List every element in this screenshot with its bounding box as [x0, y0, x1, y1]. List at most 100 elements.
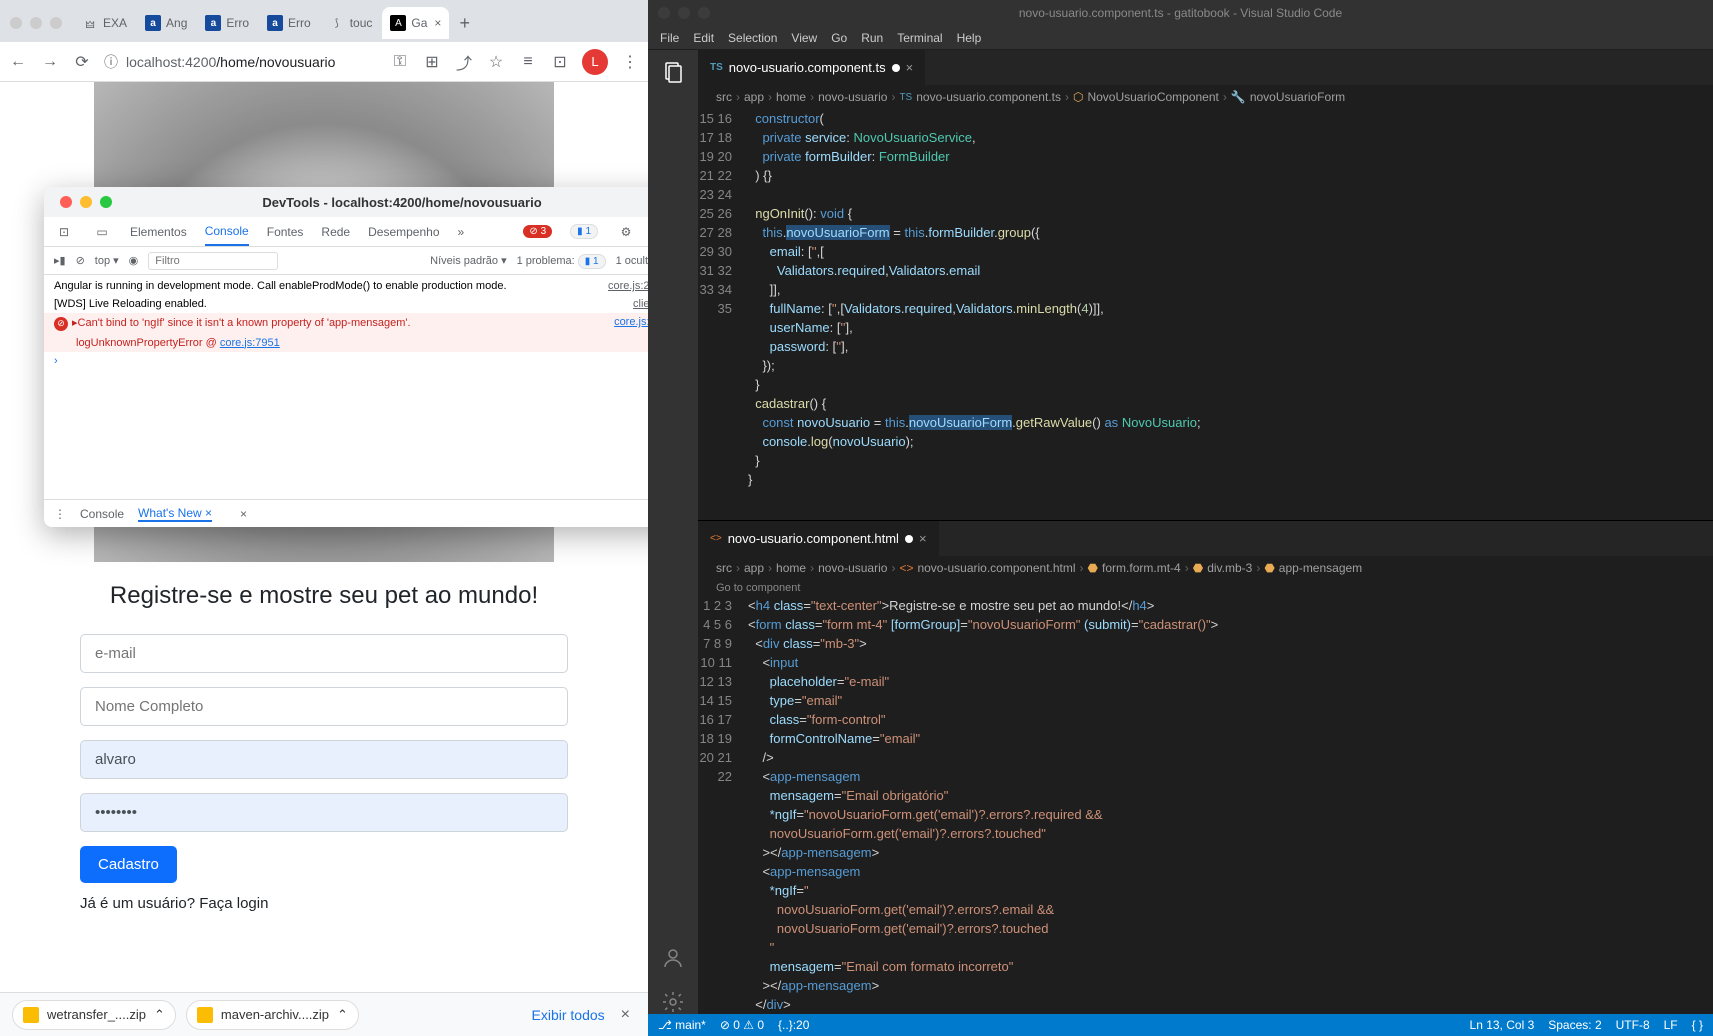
status-bar: ⎇ main* ⊘ 0 ⚠ 0 {..}:20 Ln 13, Col 3 Spa… [648, 1014, 1713, 1036]
menu-help[interactable]: Help [957, 31, 982, 45]
status-eol[interactable]: LF [1664, 1018, 1678, 1032]
browser-tab[interactable]: aErro [259, 7, 319, 39]
info-icon: ⓘ [104, 52, 118, 72]
explorer-icon[interactable] [661, 60, 685, 84]
sidebar-toggle-icon[interactable]: ▸▮ [54, 254, 66, 267]
tab-console[interactable]: Console [205, 218, 249, 246]
editor-tab[interactable]: TSnovo-usuario.component.ts× [698, 50, 926, 85]
account-icon[interactable] [661, 946, 685, 970]
clear-icon[interactable]: ⊘ [76, 254, 85, 267]
vscode-titlebar: novo-usuario.component.ts - gatitobook -… [648, 0, 1713, 26]
tab-performance[interactable]: Desempenho [368, 219, 439, 245]
password-field[interactable] [80, 793, 568, 832]
tab-sources[interactable]: Fontes [267, 219, 304, 245]
menu-view[interactable]: View [791, 31, 817, 45]
gear-icon[interactable]: ⚙ [616, 222, 636, 242]
gear-icon[interactable] [661, 990, 685, 1014]
extensions-icon[interactable]: ⊡ [550, 52, 570, 72]
context-selector[interactable]: top ▾ [95, 254, 119, 267]
devtools-titlebar: DevTools - localhost:4200/home/novousuar… [44, 187, 648, 217]
favicon-icon: A [390, 15, 406, 31]
go-to-component-link[interactable]: Go to component [698, 580, 1713, 596]
download-item[interactable]: maven-archiv....zip⌃ [186, 1000, 359, 1030]
console-line: Angular is running in development mode. … [44, 277, 648, 295]
menu-terminal[interactable]: Terminal [897, 31, 942, 45]
reload-button[interactable]: ⟳ [72, 52, 92, 72]
code-editor-2[interactable]: 1 2 3 4 5 6 7 8 9 10 11 12 13 14 15 16 1… [698, 596, 1713, 1014]
download-item[interactable]: wetransfer_....zip⌃ [12, 1000, 176, 1030]
levels-selector[interactable]: Níveis padrão ▾ [430, 254, 506, 267]
close-icon[interactable]: × [434, 16, 441, 30]
code-editor-1[interactable]: 15 16 17 18 19 20 21 22 23 24 25 26 27 2… [698, 109, 1713, 520]
code-content[interactable]: constructor( private service: NovoUsuari… [748, 109, 1713, 520]
menu-selection[interactable]: Selection [728, 31, 777, 45]
console-prompt[interactable]: › [44, 352, 648, 370]
menu-file[interactable]: File [660, 31, 679, 45]
profile-avatar[interactable]: L [582, 49, 608, 75]
error-icon: ⊘ [54, 317, 68, 331]
key-icon[interactable]: ⚿ [390, 52, 410, 72]
status-errors[interactable]: ⊘ 0 ⚠ 0 [720, 1018, 764, 1032]
submit-button[interactable]: Cadastro [80, 846, 177, 883]
url-bar[interactable]: ⓘ localhost:4200/home/novousuario [104, 52, 378, 72]
add-tab-button[interactable]: + [451, 13, 478, 34]
email-field[interactable] [80, 634, 568, 673]
tab-elements[interactable]: Elementos [130, 219, 187, 245]
status-lang[interactable]: { } [1692, 1018, 1703, 1032]
breadcrumb-1[interactable]: src› app› home› novo-usuario› TS novo-us… [698, 85, 1713, 109]
forward-button[interactable]: → [40, 52, 60, 72]
error-badge[interactable]: ⊘ 3 [523, 225, 552, 238]
editor-tab[interactable]: <>novo-usuario.component.html× [698, 521, 940, 556]
menu-go[interactable]: Go [831, 31, 847, 45]
editor-tabs-2: <>novo-usuario.component.html× [698, 521, 1713, 556]
menu-icon[interactable]: ⋮ [620, 52, 640, 72]
window-controls[interactable] [54, 196, 122, 208]
username-field[interactable] [80, 740, 568, 779]
menu-run[interactable]: Run [861, 31, 883, 45]
page-content: Registre-se e mostre seu pet ao mundo! C… [0, 82, 648, 992]
star-icon[interactable]: ☆ [486, 52, 506, 72]
tab-network[interactable]: Rede [321, 219, 350, 245]
menu-edit[interactable]: Edit [693, 31, 714, 45]
window-controls[interactable] [4, 17, 72, 29]
status-branch[interactable]: ⎇ main* [658, 1018, 706, 1032]
close-icon[interactable]: × [615, 1006, 636, 1024]
kebab-icon[interactable]: ⋮ [54, 507, 66, 521]
problems-indicator[interactable]: 1 problema: ▮ 1 [517, 255, 606, 267]
close-icon[interactable]: × [240, 507, 247, 521]
activity-bar [648, 50, 698, 1014]
show-all-downloads[interactable]: Exibir todos [532, 1007, 605, 1023]
browser-tab[interactable]: aErro [197, 7, 257, 39]
tab-console-drawer[interactable]: Console [80, 507, 124, 521]
tab-whatsnew[interactable]: What's New × [138, 506, 212, 522]
back-button[interactable]: ← [8, 52, 28, 72]
share-icon[interactable]: ⤴ [454, 52, 474, 72]
ts-icon: TS [710, 62, 723, 73]
fullname-field[interactable] [80, 687, 568, 726]
close-icon[interactable]: × [919, 531, 927, 546]
info-badge[interactable]: ▮ 1 [570, 224, 598, 239]
status-position[interactable]: Ln 13, Col 3 [1470, 1018, 1535, 1032]
translate-icon[interactable]: ⊞ [422, 52, 442, 72]
browser-tab[interactable]: aAng [137, 7, 195, 39]
close-icon[interactable]: × [906, 60, 914, 75]
eye-icon[interactable]: ◉ [129, 254, 139, 267]
browser-tab[interactable]: ⟆touc [321, 7, 381, 39]
status-encoding[interactable]: UTF-8 [1616, 1018, 1650, 1032]
favicon-icon: ⟆ [329, 15, 345, 31]
breadcrumb-2[interactable]: src› app› home› novo-usuario› <> novo-us… [698, 556, 1713, 580]
status-spaces[interactable]: Spaces: 2 [1548, 1018, 1601, 1032]
devtools-tabs: ⊡ ▭ Elementos Console Fontes Rede Desemp… [44, 217, 648, 247]
code-content[interactable]: <h4 class="text-center">Registre-se e mo… [748, 596, 1713, 1014]
reader-icon[interactable]: ≡ [518, 52, 538, 72]
browser-tab[interactable]: 🜲EXA [74, 7, 135, 39]
browser-tab-strip: 🜲EXA aAng aErro aErro ⟆touc AGa× + [0, 0, 648, 42]
more-tabs-icon[interactable]: » [458, 225, 465, 239]
window-controls[interactable] [658, 7, 710, 19]
filter-input[interactable] [148, 252, 278, 270]
browser-tab-active[interactable]: AGa× [382, 7, 449, 39]
status-port[interactable]: {..}:20 [778, 1018, 809, 1032]
inspect-icon[interactable]: ⊡ [54, 222, 74, 242]
device-icon[interactable]: ▭ [92, 222, 112, 242]
login-link[interactable]: Já é um usuário? Faça login [80, 883, 568, 912]
